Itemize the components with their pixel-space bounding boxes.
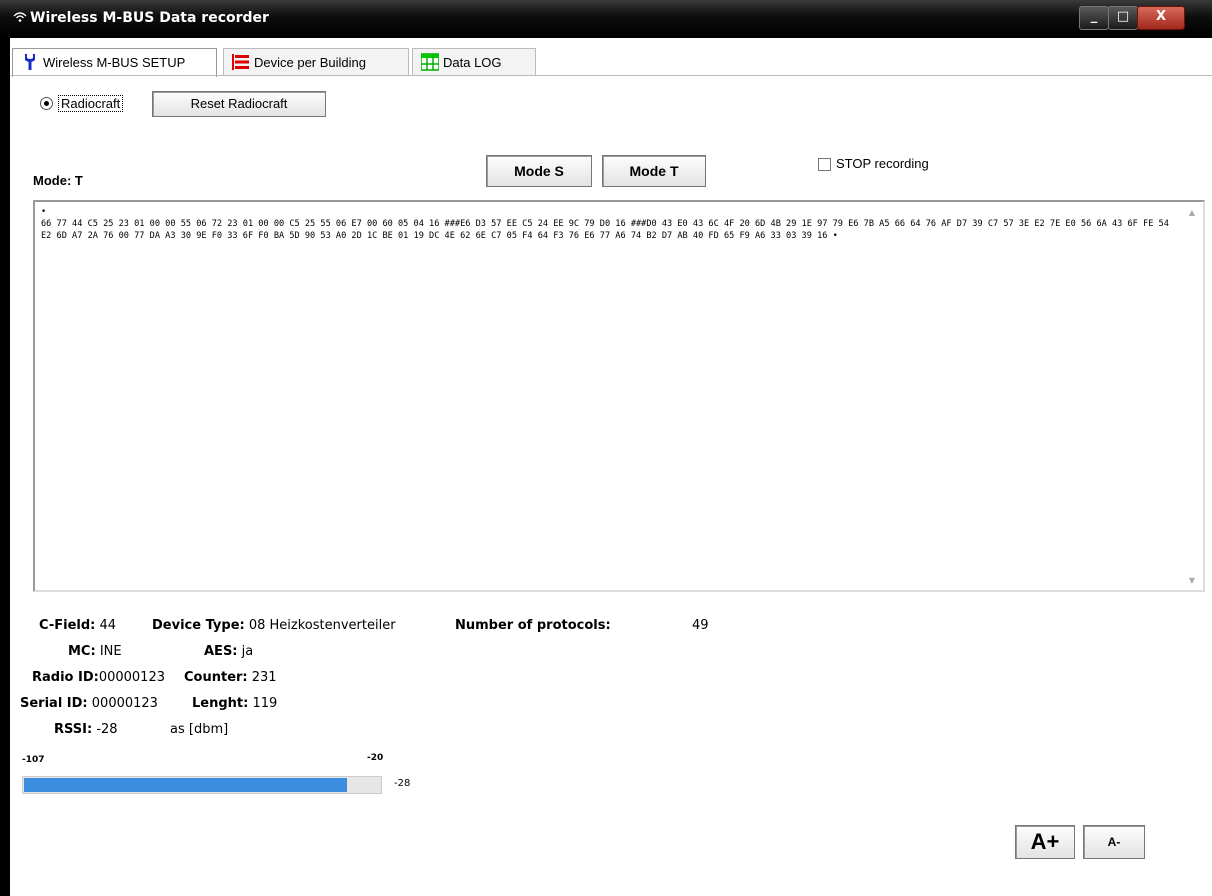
counter-row: Counter: 231 (184, 670, 277, 685)
scroll-down-arrow-icon[interactable]: ▼ (1187, 576, 1197, 585)
mc-row: MC: INE (68, 644, 122, 659)
list-icon (232, 53, 250, 71)
rssi-progress-fill (24, 778, 347, 792)
c-field-row: C-Field: 44 (39, 618, 116, 633)
device-type-label: Device Type: (152, 618, 245, 633)
radio-button-icon[interactable] (40, 97, 53, 110)
reset-radiocraft-button[interactable]: Reset Radiocraft (152, 91, 326, 117)
c-field-value: 44 (99, 618, 117, 633)
close-button[interactable]: X (1137, 6, 1185, 30)
checkbox-icon[interactable] (818, 158, 831, 171)
aes-label: AES: (204, 644, 238, 659)
tab-data-log[interactable]: Data LOG (412, 48, 536, 75)
wireless-signal-icon (12, 10, 28, 24)
radio-id-value: 00000123 (98, 670, 165, 685)
wrench-icon (21, 53, 39, 71)
aes-row: AES: ja (204, 644, 253, 659)
radio-id-row: Radio ID:00000123 (32, 670, 165, 685)
tab-device-per-building[interactable]: Device per Building (223, 48, 409, 75)
app-window: Wireless M-BUS Data recorder _ □ X Wirel… (0, 0, 1212, 896)
device-type-row: Device Type: 08 Heizkostenverteiler (152, 618, 396, 633)
length-label: Lenght: (192, 696, 249, 711)
radio-id-label: Radio ID: (32, 670, 99, 685)
rssi-progress-bar (22, 776, 382, 794)
rssi-bar-value: -28 (394, 778, 411, 789)
c-field-label: C-Field: (39, 618, 96, 633)
tab-label: Device per Building (254, 55, 367, 70)
increase-font-button[interactable]: A+ (1015, 825, 1075, 859)
mc-label: MC: (68, 644, 96, 659)
title-bar: Wireless M-BUS Data recorder _ □ X (0, 0, 1212, 36)
rssi-row: RSSI: -28 (54, 722, 118, 737)
counter-label: Counter: (184, 670, 248, 685)
aes-value: ja (241, 644, 254, 659)
scroll-up-arrow-icon[interactable]: ▲ (1187, 208, 1197, 217)
serial-id-label: Serial ID: (20, 696, 88, 711)
mode-title: Mode: T (33, 173, 83, 188)
mode-s-button[interactable]: Mode S (486, 155, 592, 187)
protocols-row: Number of protocols: (455, 618, 611, 633)
length-row: Lenght: 119 (192, 696, 277, 711)
rssi-max-label: -20 (367, 753, 384, 763)
hex-output-text: • 66 77 44 C5 25 23 01 00 00 55 06 72 23… (41, 207, 1169, 241)
tab-wireless-mbus-setup[interactable]: Wireless M-BUS SETUP (12, 48, 217, 77)
minimize-button[interactable]: _ (1079, 6, 1109, 30)
rssi-value: -28 (96, 722, 118, 737)
rssi-min-label: -107 (22, 755, 45, 765)
protocols-label: Number of protocols: (455, 618, 611, 633)
stop-recording-label: STOP recording (836, 156, 929, 171)
rssi-label: RSSI: (54, 722, 93, 737)
protocols-value: 49 (692, 618, 709, 633)
serial-id-row: Serial ID: 00000123 (20, 696, 158, 711)
rssi-unit: as [dbm] (170, 722, 229, 737)
grid-icon (420, 53, 440, 71)
length-value: 119 (252, 696, 278, 711)
counter-value: 231 (251, 670, 277, 685)
mode-t-button[interactable]: Mode T (602, 155, 706, 187)
tab-label: Wireless M-BUS SETUP (43, 55, 186, 70)
decrease-font-button[interactable]: A- (1083, 825, 1145, 859)
tab-divider (10, 75, 1212, 76)
device-type-value: 08 Heizkostenverteiler (248, 618, 396, 633)
maximize-button[interactable]: □ (1108, 6, 1138, 30)
window-title: Wireless M-BUS Data recorder (30, 10, 269, 26)
hex-output-textarea[interactable]: • 66 77 44 C5 25 23 01 00 00 55 06 72 23… (33, 200, 1205, 592)
tab-label: Data LOG (443, 55, 502, 70)
serial-id-value: 00000123 (91, 696, 158, 711)
mc-value: INE (99, 644, 122, 659)
radiocraft-label: Radiocraft (58, 95, 124, 112)
client-area: Wireless M-BUS SETUP Device per Building… (10, 38, 1212, 896)
